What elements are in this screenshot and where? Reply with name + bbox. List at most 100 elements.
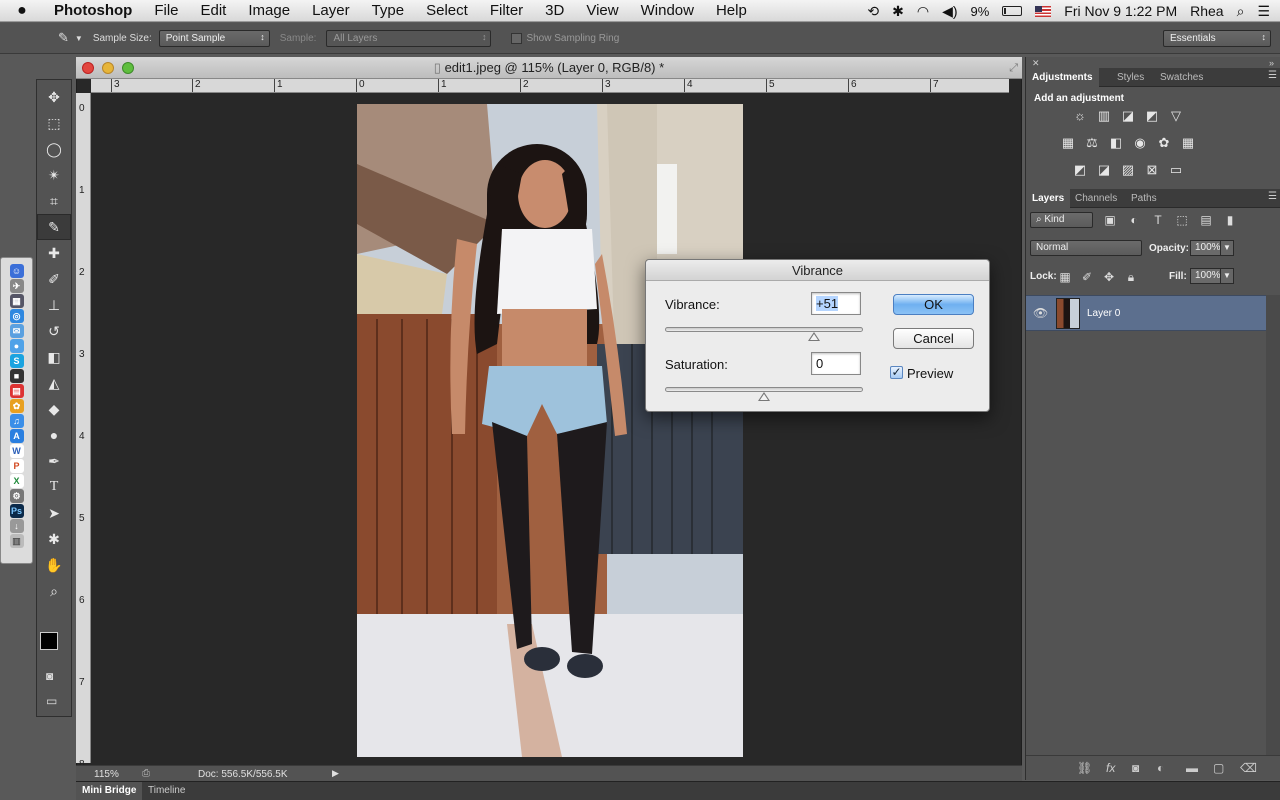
foreground-color-swatch[interactable] xyxy=(40,632,58,650)
adjustments-menu-icon[interactable]: ☰ xyxy=(1268,70,1277,81)
tab-mini-bridge[interactable]: Mini Bridge xyxy=(76,782,143,800)
dock-safari-icon[interactable]: ◎ xyxy=(9,309,24,323)
doc-size[interactable]: Doc: 556.5K/556.5K xyxy=(198,769,288,780)
notification-list-icon[interactable]: ☰ xyxy=(1257,3,1270,20)
new-adjustment-layer-icon[interactable]: ◐ xyxy=(1157,761,1164,775)
dock-photoshop-icon[interactable]: Ps xyxy=(9,504,24,518)
paint-bucket-tool-icon[interactable]: ◭ xyxy=(37,370,71,396)
saturation-input[interactable]: 0 xyxy=(811,352,861,375)
custom-shape-tool-icon[interactable]: ✱ xyxy=(37,526,71,552)
tab-swatches[interactable]: Swatches xyxy=(1154,68,1209,87)
lock-position-icon[interactable]: ✥ xyxy=(1102,270,1116,284)
spotlight-search-icon[interactable]: ⌕ xyxy=(1237,3,1245,20)
crop-tool-icon[interactable]: ⌗ xyxy=(37,188,71,214)
layer-style-fx-icon[interactable]: fx xyxy=(1106,761,1115,775)
vibrance-icon[interactable]: ▽ xyxy=(1168,108,1184,124)
tab-styles[interactable]: Styles xyxy=(1111,68,1150,87)
opacity-dropdown-icon[interactable]: ▼ xyxy=(1220,240,1234,256)
history-brush-tool-icon[interactable]: ↺ xyxy=(37,318,71,344)
menu-type[interactable]: Type xyxy=(361,2,416,19)
dock-mission-control-icon[interactable]: ▦ xyxy=(9,294,24,308)
zoom-window-button[interactable] xyxy=(122,62,134,74)
volume-icon[interactable]: ◀) xyxy=(942,3,957,20)
dodge-tool-icon[interactable]: ● xyxy=(37,422,71,448)
tab-channels[interactable]: Channels xyxy=(1069,189,1123,208)
quick-select-tool-icon[interactable]: ✴ xyxy=(37,162,71,188)
screen-mode-icon[interactable]: ▭ xyxy=(46,694,57,708)
lock-transparent-icon[interactable]: ▦ xyxy=(1058,270,1072,284)
menu-file[interactable]: File xyxy=(143,2,189,19)
curves-icon[interactable]: ◪ xyxy=(1120,108,1136,124)
layer-visibility-eye-icon[interactable]: 👁︎ xyxy=(1033,306,1048,320)
close-window-button[interactable] xyxy=(82,62,94,74)
eyedropper-preset-icon[interactable]: ✎ xyxy=(58,30,69,46)
fill-input[interactable]: 100% xyxy=(1190,268,1221,284)
quick-mask-icon[interactable]: ◙ xyxy=(46,669,53,683)
preset-dropdown-arrow-icon[interactable]: ▼ xyxy=(75,34,83,43)
dock-finder-icon[interactable]: ☺ xyxy=(9,264,24,278)
opacity-input[interactable]: 100% xyxy=(1190,240,1221,256)
gradient-map-icon[interactable]: ▭ xyxy=(1168,162,1184,178)
brightness-contrast-icon[interactable]: ☼ xyxy=(1072,108,1088,124)
menu-app-name[interactable]: Photoshop xyxy=(44,2,143,19)
clone-stamp-tool-icon[interactable]: ⊥ xyxy=(37,292,71,318)
tab-paths[interactable]: Paths xyxy=(1125,189,1163,208)
dock-trash-icon[interactable]: ▥ xyxy=(9,534,24,548)
dock-photos-icon[interactable]: ✿ xyxy=(9,399,24,413)
menu-help[interactable]: Help xyxy=(705,2,758,19)
show-sampling-ring-checkbox[interactable] xyxy=(511,32,523,44)
levels-icon[interactable]: ▥ xyxy=(1096,108,1112,124)
workspace-select[interactable]: Essentials xyxy=(1163,30,1271,47)
hand-tool-icon[interactable]: ✋ xyxy=(37,552,71,578)
lasso-tool-icon[interactable]: ◯ xyxy=(37,136,71,162)
filter-pixel-icon[interactable]: ▣ xyxy=(1103,213,1117,227)
user-name[interactable]: Rhea xyxy=(1190,3,1223,19)
type-tool-icon[interactable]: T xyxy=(37,474,71,500)
panel-expand-icon[interactable]: » xyxy=(1269,58,1274,68)
dock-preferences-icon[interactable]: ⚙ xyxy=(9,489,24,503)
blend-mode-select[interactable]: Normal xyxy=(1030,240,1142,256)
input-source-flag-icon[interactable] xyxy=(1035,5,1052,17)
cancel-button[interactable]: Cancel xyxy=(893,328,974,349)
dock-powerpoint-icon[interactable]: P xyxy=(9,459,24,473)
threshold-icon[interactable]: ▨ xyxy=(1120,162,1136,178)
status-export-icon[interactable]: ⎙ xyxy=(142,768,150,779)
selective-color-icon[interactable]: ⊠ xyxy=(1144,162,1160,178)
dock-messages-icon[interactable]: ● xyxy=(9,339,24,353)
new-layer-icon[interactable]: ▢ xyxy=(1213,761,1224,775)
black-white-icon[interactable]: ◧ xyxy=(1108,135,1124,151)
path-selection-tool-icon[interactable]: ➤ xyxy=(37,500,71,526)
color-balance-icon[interactable]: ⚖ xyxy=(1084,135,1100,151)
pen-tool-icon[interactable]: ✒ xyxy=(37,448,71,474)
apple-menu-icon[interactable]: ● xyxy=(0,2,44,20)
dock-itunes-icon[interactable]: ♫ xyxy=(9,414,24,428)
dock-launchpad-icon[interactable]: ✈ xyxy=(9,279,24,293)
channel-mixer-icon[interactable]: ✿ xyxy=(1156,135,1172,151)
brush-tool-icon[interactable]: ✐ xyxy=(37,266,71,292)
tab-layers[interactable]: Layers xyxy=(1026,189,1071,208)
layer-row[interactable]: 👁︎ Layer 0 xyxy=(1026,295,1266,331)
dock-app-store-icon[interactable]: A xyxy=(9,429,24,443)
canvas-photo[interactable] xyxy=(357,104,743,757)
menu-3d[interactable]: 3D xyxy=(534,2,575,19)
layer-name[interactable]: Layer 0 xyxy=(1087,308,1120,319)
zoom-tool-icon[interactable]: ⌕ xyxy=(37,578,71,604)
filter-type-icon[interactable]: T xyxy=(1151,213,1165,227)
lock-all-icon[interactable]: 🔒︎ xyxy=(1124,270,1138,285)
layer-filter-select[interactable]: ⌕ Kind xyxy=(1030,212,1093,228)
zoom-level[interactable]: 115% xyxy=(94,769,119,780)
link-layers-icon[interactable]: ⛓︎ xyxy=(1077,761,1092,775)
menu-filter[interactable]: Filter xyxy=(479,2,534,19)
status-menu-arrow-icon[interactable]: ▶ xyxy=(332,768,339,779)
clock[interactable]: Fri Nov 9 1:22 PM xyxy=(1064,3,1177,19)
delete-layer-icon[interactable]: ⌫ xyxy=(1240,761,1257,775)
fill-dropdown-icon[interactable]: ▼ xyxy=(1220,268,1234,284)
photo-filter-icon[interactable]: ◉ xyxy=(1132,135,1148,151)
battery-percent[interactable]: 9% xyxy=(971,4,990,19)
menu-window[interactable]: Window xyxy=(630,2,705,19)
bluetooth-icon[interactable]: ✱ xyxy=(892,3,904,20)
eraser-tool-icon[interactable]: ◧ xyxy=(37,344,71,370)
move-tool-icon[interactable]: ✥ xyxy=(37,84,71,110)
tab-adjustments[interactable]: Adjustments xyxy=(1026,68,1099,87)
saturation-slider-thumb[interactable] xyxy=(758,392,770,401)
